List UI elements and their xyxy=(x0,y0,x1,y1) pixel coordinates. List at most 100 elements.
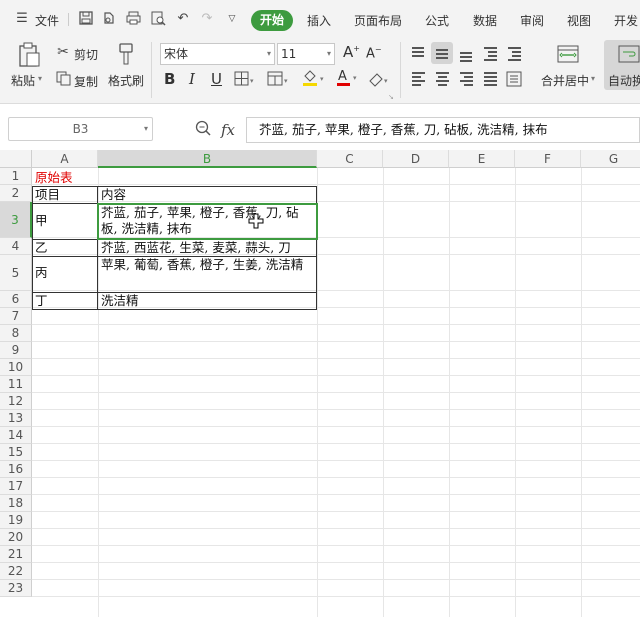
column-header-b[interactable]: B xyxy=(98,150,317,168)
export-pdf-icon[interactable] xyxy=(101,11,117,27)
row-header-11[interactable]: 11 xyxy=(0,376,32,393)
copy-icon[interactable] xyxy=(55,71,71,87)
align-left-icon[interactable] xyxy=(407,68,429,90)
align-bottom-icon[interactable] xyxy=(455,42,477,64)
paste-icon[interactable] xyxy=(17,42,41,68)
undo-icon[interactable]: ↶ xyxy=(175,11,191,27)
row-header-20[interactable]: 20 xyxy=(0,529,32,546)
row-header-9[interactable]: 9 xyxy=(0,342,32,359)
name-box[interactable]: B3 ▾ xyxy=(8,117,153,141)
decrease-indent-icon[interactable] xyxy=(479,42,501,64)
row-header-19[interactable]: 19 xyxy=(0,512,32,529)
eraser-icon[interactable]: ▾ xyxy=(367,71,391,90)
zoom-search-icon[interactable] xyxy=(195,120,211,136)
italic-icon[interactable]: I xyxy=(189,70,195,88)
row-header-23[interactable]: 23 xyxy=(0,580,32,597)
borders-icon[interactable]: ▾ xyxy=(234,71,256,90)
row-header-17[interactable]: 17 xyxy=(0,478,32,495)
print-preview-icon[interactable] xyxy=(150,11,166,27)
row-header-5[interactable]: 5 xyxy=(0,255,32,291)
sheet-title-cell[interactable]: 原始表 xyxy=(32,169,98,186)
insert-function-button[interactable]: fx xyxy=(221,121,235,139)
format-painter-icon[interactable] xyxy=(116,42,136,68)
row-header-1[interactable]: 1 xyxy=(0,168,32,185)
select-all-corner[interactable] xyxy=(0,150,32,168)
table-cell[interactable]: 芥蓝, 西蓝花, 生菜, 麦菜, 蒜头, 刀 xyxy=(98,239,317,256)
align-right-icon[interactable] xyxy=(455,68,477,90)
row-header-7[interactable]: 7 xyxy=(0,308,32,325)
row-header-18[interactable]: 18 xyxy=(0,495,32,512)
fill-color-icon[interactable]: ▾ xyxy=(301,69,327,90)
table-cell[interactable]: 丙 xyxy=(32,256,98,292)
formula-input[interactable]: 芥蓝, 茄子, 苹果, 橙子, 香蕉, 刀, 砧板, 洗洁精, 抹布 xyxy=(246,117,640,143)
row-header-15[interactable]: 15 xyxy=(0,444,32,461)
table-cell[interactable]: 甲 xyxy=(32,204,98,239)
row-header-22[interactable]: 22 xyxy=(0,563,32,580)
decrease-font-size-icon[interactable]: A− xyxy=(366,45,382,61)
header-cell-item[interactable]: 项目 xyxy=(32,186,98,203)
column-header-e[interactable]: E xyxy=(449,150,515,168)
table-cell[interactable]: 丁 xyxy=(32,292,98,309)
row-header-6[interactable]: 6 xyxy=(0,291,32,308)
auto-wrap-button[interactable]: 自动换 xyxy=(604,40,640,90)
merge-center-button[interactable]: 合并居中 xyxy=(541,72,589,89)
merge-dropdown-icon[interactable]: ▾ xyxy=(591,74,595,83)
tab-formulas[interactable]: 公式 xyxy=(425,12,449,29)
tab-data[interactable]: 数据 xyxy=(473,12,497,29)
file-menu[interactable]: 文件 xyxy=(35,12,59,29)
selected-cell-b3[interactable]: 芥蓝, 茄子, 苹果, 橙子, 香蕉, 刀, 砧板, 洗洁精, 抹布 xyxy=(98,204,317,239)
underline-icon[interactable]: U xyxy=(211,70,222,88)
row-header-14[interactable]: 14 xyxy=(0,427,32,444)
row-header-2[interactable]: 2 xyxy=(0,185,32,202)
align-top-icon[interactable] xyxy=(407,42,429,64)
font-name-select[interactable]: 宋体 ▾ xyxy=(160,43,275,65)
format-painter-button[interactable]: 格式刷 xyxy=(108,72,144,89)
increase-font-size-icon[interactable]: A+ xyxy=(343,43,360,61)
row-header-3[interactable]: 3 xyxy=(0,202,32,238)
print-icon[interactable] xyxy=(125,11,141,27)
font-color-icon[interactable]: A ▾ xyxy=(336,68,360,90)
table-cell[interactable]: 苹果, 葡萄, 香蕉, 橙子, 生姜, 洗洁精 xyxy=(98,256,317,292)
redo-icon[interactable]: ↷ xyxy=(199,11,215,27)
row-header-16[interactable]: 16 xyxy=(0,461,32,478)
copy-button[interactable]: 复制 xyxy=(74,73,98,90)
font-dialog-launcher-icon[interactable]: ↘ xyxy=(388,93,394,101)
tab-insert[interactable]: 插入 xyxy=(307,12,331,29)
spreadsheet-grid[interactable]: A B C D E F G 1 2 3 4 5 6 7 8 9 10 11 12 13 14 15 16 17 1… xyxy=(0,150,640,617)
increase-indent-icon[interactable] xyxy=(503,42,525,64)
cell-style-icon[interactable]: ▾ xyxy=(267,71,291,90)
cut-button[interactable]: 剪切 xyxy=(74,46,98,63)
row-header-10[interactable]: 10 xyxy=(0,359,32,376)
hamburger-menu-icon[interactable]: ☰ xyxy=(14,11,30,27)
align-middle-icon[interactable] xyxy=(431,42,453,64)
tab-page-layout[interactable]: 页面布局 xyxy=(354,12,402,29)
merge-center-icon[interactable] xyxy=(557,44,579,67)
font-size-select[interactable]: 11 ▾ xyxy=(277,43,335,65)
bold-icon[interactable]: B xyxy=(164,70,175,88)
row-header-4[interactable]: 4 xyxy=(0,238,32,255)
row-header-8[interactable]: 8 xyxy=(0,325,32,342)
tab-view[interactable]: 视图 xyxy=(567,12,591,29)
table-cell[interactable]: 洗洁精 xyxy=(98,292,317,309)
tab-home[interactable]: 开始 xyxy=(251,10,293,31)
column-header-c[interactable]: C xyxy=(317,150,383,168)
column-header-g[interactable]: G xyxy=(581,150,640,168)
paste-button[interactable]: 粘贴 xyxy=(11,72,35,89)
header-cell-content[interactable]: 内容 xyxy=(98,186,317,203)
distributed-align-icon[interactable] xyxy=(503,68,525,90)
table-cell[interactable]: 乙 xyxy=(32,239,98,256)
tab-developer[interactable]: 开发 xyxy=(614,12,638,29)
row-header-12[interactable]: 12 xyxy=(0,393,32,410)
justify-icon[interactable] xyxy=(479,68,501,90)
column-header-d[interactable]: D xyxy=(383,150,449,168)
quick-access-dropdown-icon[interactable]: ▽ xyxy=(224,11,240,27)
column-header-a[interactable]: A xyxy=(32,150,98,168)
scissors-icon[interactable]: ✂ xyxy=(55,44,71,60)
paste-dropdown-icon[interactable]: ▾ xyxy=(38,74,42,83)
tab-review[interactable]: 审阅 xyxy=(520,12,544,29)
align-center-icon[interactable] xyxy=(431,68,453,90)
column-header-f[interactable]: F xyxy=(515,150,581,168)
row-header-21[interactable]: 21 xyxy=(0,546,32,563)
row-header-13[interactable]: 13 xyxy=(0,410,32,427)
save-icon[interactable] xyxy=(78,11,94,27)
